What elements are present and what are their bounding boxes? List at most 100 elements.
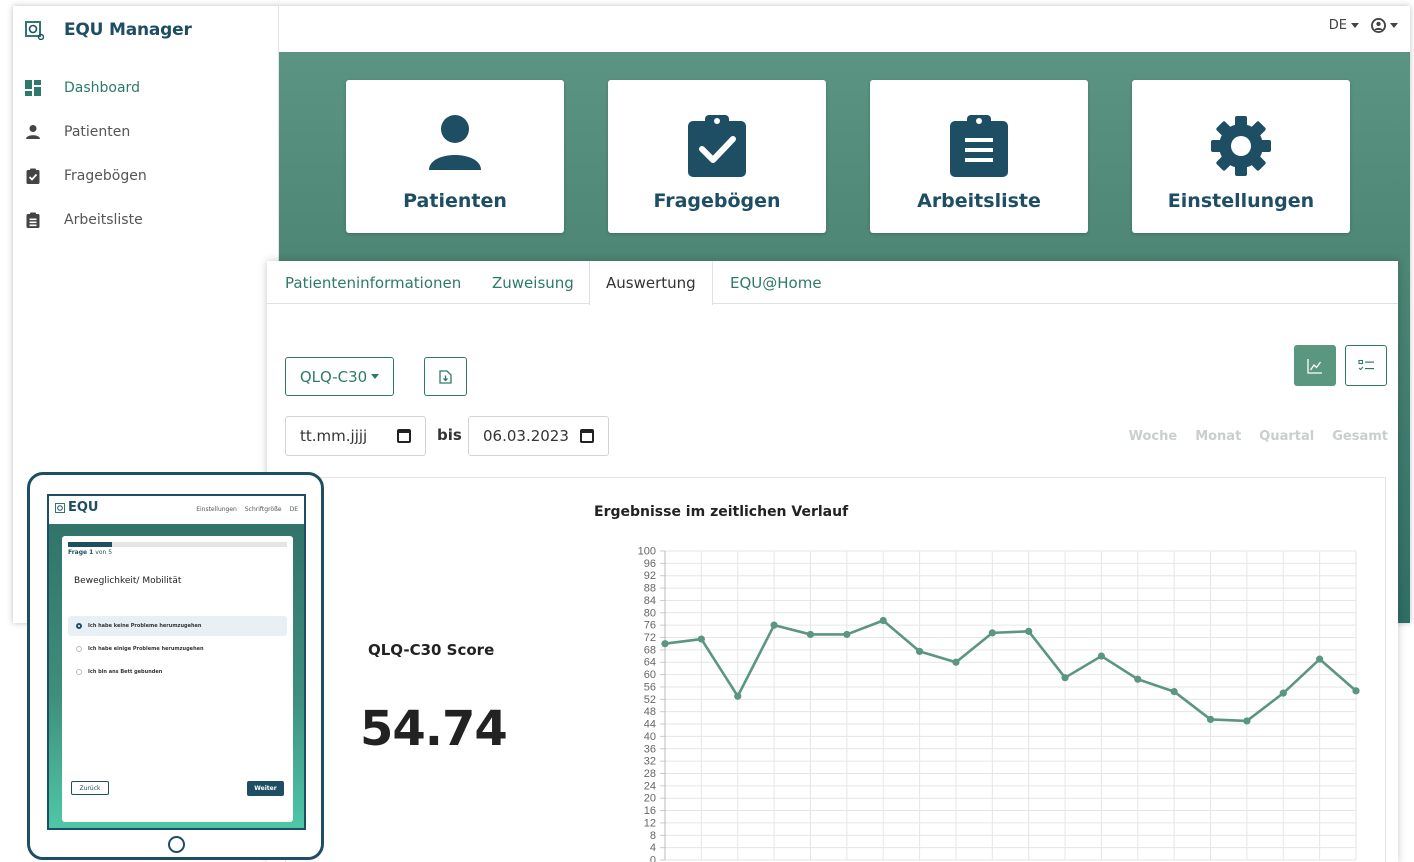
- sidebar-item-arbeitsliste[interactable]: Arbeitsliste: [25, 198, 147, 242]
- y-tick-label: 92: [644, 570, 656, 582]
- data-point: [1316, 655, 1324, 663]
- tablet-device: EQU Einstellungen Schriftgröße DE Frage …: [27, 472, 324, 860]
- question-card: Frage 1 von 5 Beweglichkeit/ Mobilität I…: [62, 536, 293, 822]
- series-line: [664, 619, 1357, 723]
- y-tick-label: 24: [644, 780, 656, 792]
- progress-bar-fill: [68, 542, 112, 547]
- y-tick-label: 88: [644, 583, 656, 595]
- y-tick-label: 48: [644, 706, 656, 718]
- brand[interactable]: EQU Manager: [25, 17, 192, 43]
- tablet-brand-label: EQU: [68, 500, 99, 515]
- data-point: [697, 635, 705, 643]
- y-tick-label: 44: [644, 719, 656, 731]
- screenshot-stage: EQU Manager Dashboard Patienten Fragebög…: [0, 0, 1414, 862]
- data-point: [1279, 689, 1287, 697]
- answer-option[interactable]: Ich habe einige Probleme herumzugehen: [68, 639, 287, 659]
- tile-frageboegen[interactable]: Fragebögen: [608, 80, 826, 233]
- clipboard-list-icon: [870, 114, 1088, 177]
- language-dropdown[interactable]: DE: [1329, 18, 1359, 33]
- data-point: [1352, 687, 1360, 695]
- progress-bar: [68, 542, 287, 547]
- sidebar-item-dashboard[interactable]: Dashboard: [25, 66, 147, 110]
- clipboard-check-icon: [25, 168, 41, 184]
- sidebar-item-label: Arbeitsliste: [64, 212, 143, 228]
- answer-option-label: Ich habe keine Probleme herumzugehen: [88, 623, 202, 629]
- answer-option-label: Ich bin ans Bett gebunden: [88, 669, 163, 675]
- step-indicator: Frage 1 von 5: [68, 549, 112, 556]
- y-tick-label: 40: [644, 731, 656, 743]
- tablet-menu: Einstellungen Schriftgröße DE: [196, 506, 298, 513]
- logo-icon: [25, 20, 45, 40]
- y-tick-label: 80: [644, 607, 656, 619]
- y-tick-label: 0: [650, 855, 656, 862]
- user-icon: [346, 114, 564, 176]
- clipboard-list-icon: [25, 212, 41, 228]
- y-tick-label: 84: [644, 595, 656, 607]
- clipboard-check-icon: [608, 114, 826, 177]
- y-tick-label: 60: [644, 669, 656, 681]
- data-point: [734, 692, 742, 700]
- sidebar-item-patienten[interactable]: Patienten: [25, 110, 147, 154]
- tablet-brand: EQU: [55, 500, 99, 515]
- tile-label: Arbeitsliste: [917, 190, 1041, 212]
- language-label: DE: [1328, 18, 1347, 33]
- data-point: [988, 629, 996, 637]
- tablet-menu-language[interactable]: DE: [290, 506, 298, 513]
- data-point: [915, 647, 924, 656]
- tile-label: Fragebögen: [653, 190, 781, 212]
- y-tick-label: 52: [644, 694, 656, 706]
- evaluation-panel: Patienteninformationen Zuweisung Auswert…: [267, 261, 1398, 862]
- chevron-down-icon: [1390, 23, 1398, 28]
- tablet-screen: EQU Einstellungen Schriftgröße DE Frage …: [47, 494, 306, 830]
- answer-option-label: Ich habe einige Probleme herumzugehen: [88, 646, 204, 652]
- radio-icon: [76, 646, 82, 652]
- tablet-menu-einstellungen[interactable]: Einstellungen: [196, 506, 237, 513]
- data-point: [1134, 675, 1142, 683]
- y-tick-label: 100: [638, 546, 656, 558]
- results-line-chart: 0481216202428323640444852566064687276808…: [638, 546, 1360, 862]
- topbar-controls: DE: [1329, 18, 1398, 33]
- data-point: [806, 630, 815, 639]
- y-tick-label: 8: [650, 830, 656, 842]
- radio-icon: [76, 669, 82, 675]
- logo-icon: [55, 502, 65, 513]
- step-of: von 5: [95, 549, 113, 556]
- data-point: [843, 630, 851, 639]
- dashboard-icon: [25, 80, 41, 96]
- data-point: [1206, 715, 1215, 724]
- y-tick-label: 96: [644, 558, 656, 570]
- y-tick-label: 36: [644, 743, 656, 755]
- chevron-down-icon: [1351, 23, 1359, 28]
- y-tick-label: 76: [644, 620, 656, 632]
- user-menu[interactable]: [1371, 18, 1398, 33]
- answer-option[interactable]: Ich bin ans Bett gebunden: [68, 662, 287, 682]
- data-point: [770, 621, 778, 629]
- y-tick-label: 64: [644, 657, 656, 669]
- sidebar-item-frageboegen[interactable]: Fragebögen: [25, 154, 147, 198]
- tile-label: Einstellungen: [1167, 190, 1315, 212]
- tile-patienten[interactable]: Patienten: [346, 80, 564, 233]
- y-tick-label: 56: [644, 681, 656, 693]
- tablet-menu-schriftgroesse[interactable]: Schriftgröße: [245, 506, 282, 513]
- y-tick-label: 4: [650, 842, 656, 854]
- data-point: [661, 640, 669, 648]
- user-circle-icon: [1371, 18, 1386, 33]
- next-button[interactable]: Weiter: [247, 781, 284, 796]
- data-point: [952, 658, 960, 666]
- app-title: EQU Manager: [64, 20, 192, 40]
- answer-option[interactable]: Ich habe keine Probleme herumzugehen: [68, 616, 287, 636]
- home-button[interactable]: [168, 836, 185, 853]
- tile-einstellungen[interactable]: Einstellungen: [1132, 80, 1350, 233]
- data-point: [1061, 674, 1069, 682]
- sidebar-item-label: Dashboard: [64, 80, 140, 96]
- tablet-header: EQU Einstellungen Schriftgröße DE: [49, 496, 304, 524]
- data-point: [1025, 627, 1033, 635]
- radio-icon: [76, 623, 82, 629]
- tile-arbeitsliste[interactable]: Arbeitsliste: [870, 80, 1088, 233]
- y-tick-label: 20: [644, 793, 656, 805]
- y-tick-label: 32: [644, 756, 656, 768]
- y-tick-label: 68: [644, 644, 656, 656]
- data-point: [1170, 687, 1178, 696]
- step-label: Frage 1: [68, 549, 94, 556]
- back-button[interactable]: Zurück: [71, 781, 109, 795]
